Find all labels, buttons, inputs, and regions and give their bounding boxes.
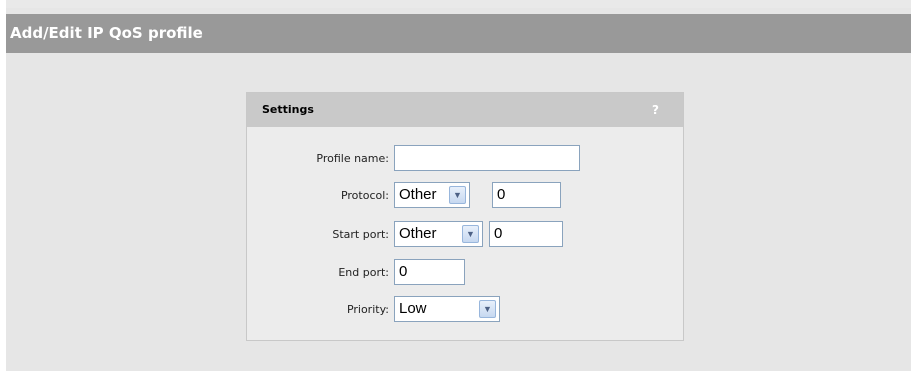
settings-panel-title: Settings (262, 103, 314, 116)
protocol-label: Protocol: (340, 189, 389, 202)
priority-select[interactable]: Low ▼ (394, 296, 500, 322)
priority-label: Priority: (346, 303, 389, 316)
end-port-label: End port: (338, 266, 389, 279)
content-frame: Add/Edit IP QoS profile Settings ? Profi… (6, 0, 911, 371)
profile-name-input[interactable] (394, 145, 580, 171)
chevron-down-icon[interactable]: ▼ (462, 225, 479, 243)
protocol-select-value: Other (399, 186, 437, 203)
priority-select-value: Low (399, 300, 427, 317)
protocol-select[interactable]: Other ▼ (394, 182, 470, 208)
settings-panel: Settings ? Profile name: Protocol: Other… (246, 92, 684, 341)
help-icon[interactable]: ? (652, 93, 659, 127)
end-port-input[interactable]: 0 (394, 259, 465, 285)
chevron-down-icon[interactable]: ▼ (479, 300, 496, 318)
protocol-number-input[interactable]: 0 (492, 182, 561, 208)
start-port-select-value: Other (399, 225, 437, 242)
start-port-number-input[interactable]: 0 (489, 221, 563, 247)
start-port-label: Start port: (332, 228, 389, 241)
page-title: Add/Edit IP QoS profile (6, 14, 911, 53)
settings-panel-header: Settings ? (247, 93, 683, 127)
top-divider (6, 0, 911, 8)
start-port-select[interactable]: Other ▼ (394, 221, 483, 247)
chevron-down-icon[interactable]: ▼ (449, 186, 466, 204)
profile-name-label: Profile name: (316, 152, 389, 165)
